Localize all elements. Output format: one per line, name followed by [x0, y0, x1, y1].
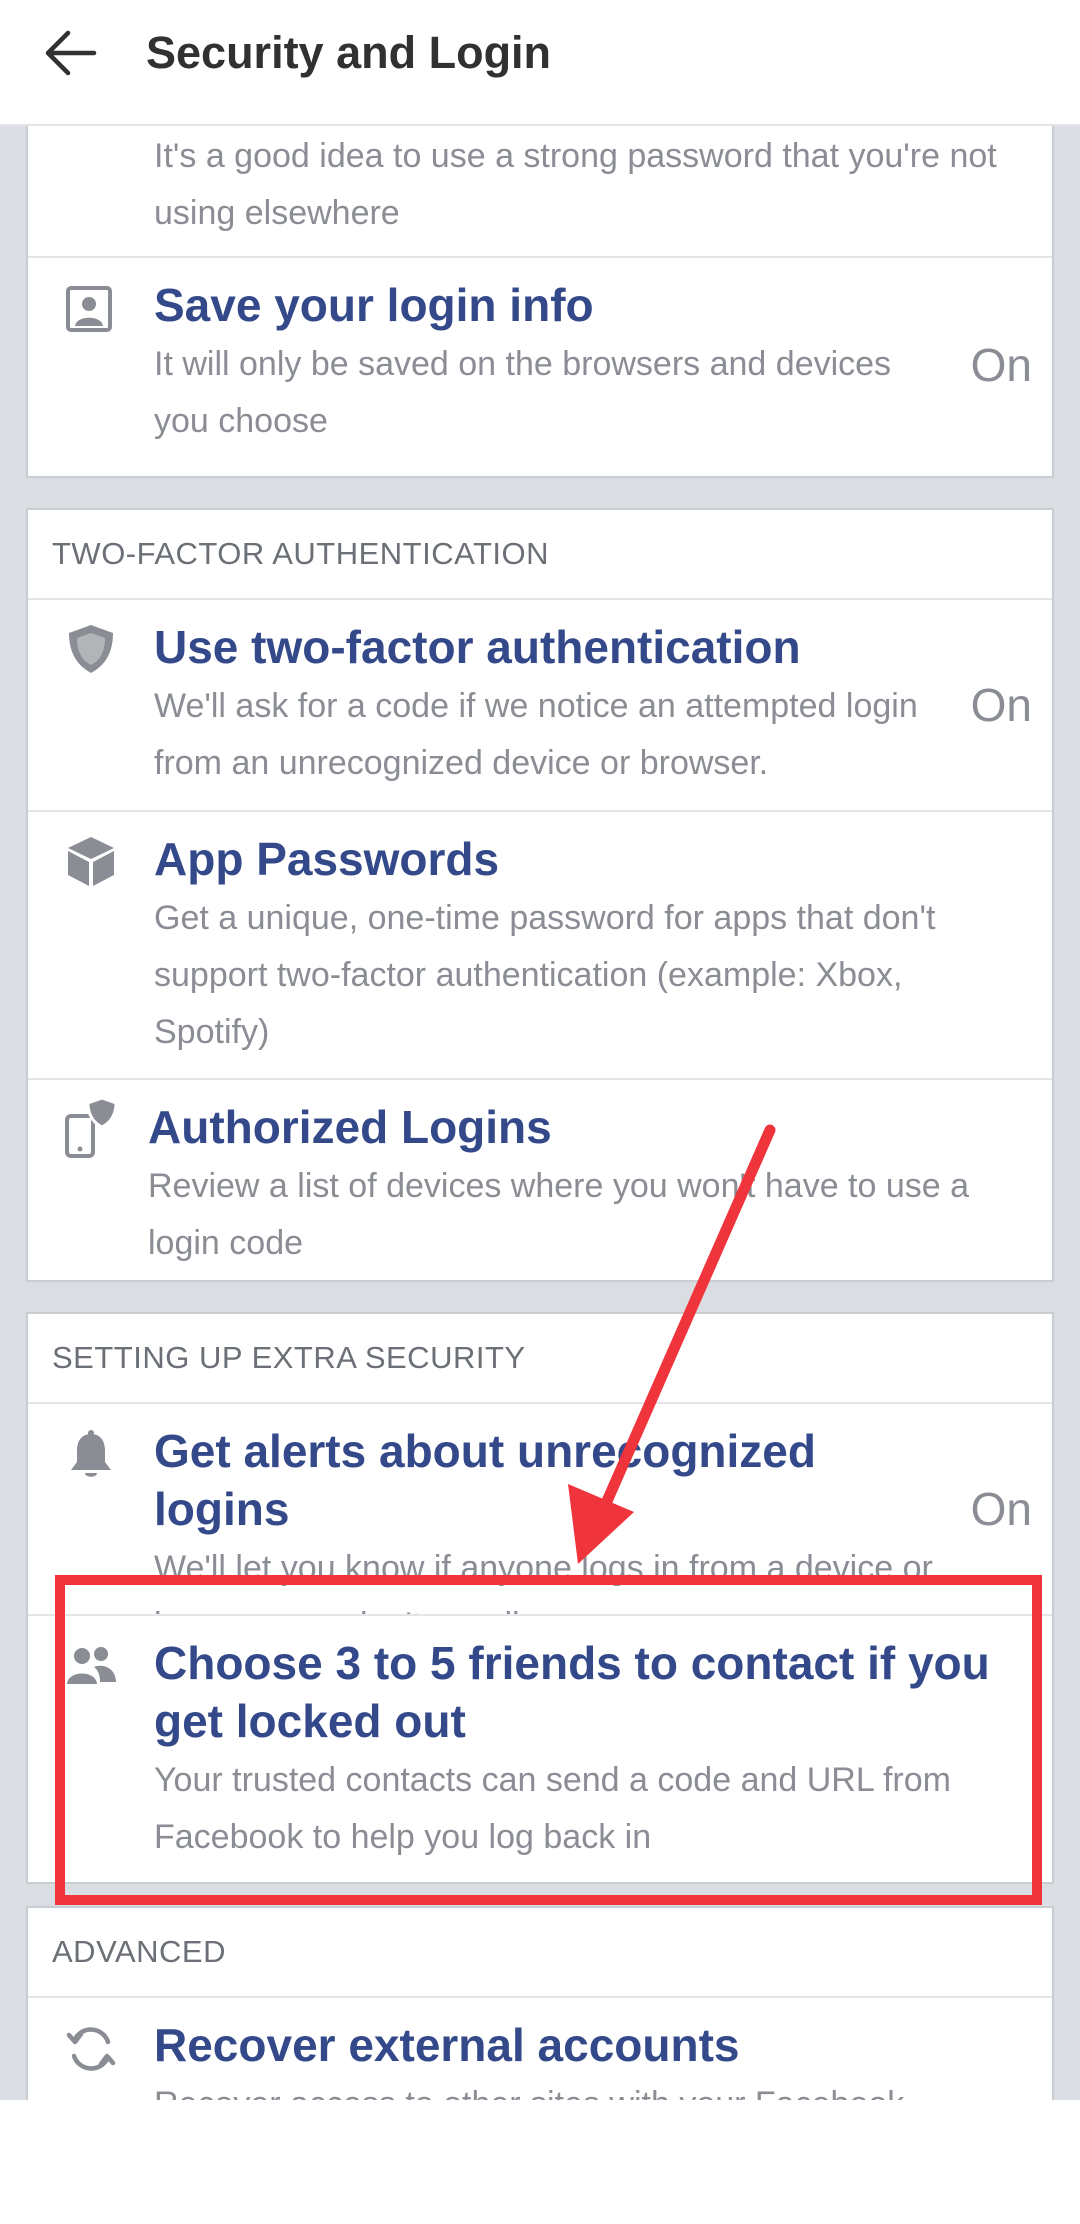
- page-title: Security and Login: [146, 27, 552, 78]
- save-login-info-description: It will only be saved on the browsers an…: [154, 345, 892, 440]
- password-row[interactable]: It's a good idea to use a strong passwor…: [28, 124, 1052, 258]
- bell-icon: [71, 1430, 111, 1477]
- two-factor-card: TWO-FACTOR AUTHENTICATION Use two-factor…: [26, 508, 1054, 1282]
- trusted-contacts-row[interactable]: Choose 3 to 5 friends to contact if you …: [28, 1616, 1052, 1886]
- save-login-info-title: Save your login info: [154, 279, 594, 331]
- portrait-card-icon: [66, 286, 112, 332]
- login-alerts-row[interactable]: Get alerts about unrecognized logins We'…: [28, 1404, 1052, 1616]
- trusted-contacts-title: Choose 3 to 5 friends to contact if you …: [154, 1637, 990, 1747]
- login-alerts-state: On: [970, 1483, 1032, 1535]
- recover-accounts-row[interactable]: Recover external accounts Recover access…: [28, 1998, 1052, 2100]
- password-description: It's a good idea to use a strong passwor…: [154, 137, 997, 232]
- cube-icon: [68, 837, 114, 886]
- recover-accounts-description: Recover access to other sites with your …: [154, 2076, 1022, 2100]
- login-alerts-title: Get alerts about unrecognized logins: [154, 1425, 816, 1535]
- use-two-factor-row[interactable]: Use two-factor authentication We'll ask …: [28, 600, 1052, 812]
- extra-security-card: SETTING UP EXTRA SECURITY Get alerts abo…: [26, 1312, 1054, 1884]
- app-passwords-row[interactable]: App Passwords Get a unique, one-time pas…: [28, 812, 1052, 1080]
- authorized-logins-title: Authorized Logins: [148, 1101, 552, 1153]
- section-header-extra-security: SETTING UP EXTRA SECURITY: [28, 1314, 1052, 1404]
- app-passwords-description: Get a unique, one-time password for apps…: [154, 899, 936, 1051]
- refresh-icon: [66, 2027, 116, 2071]
- section-header-advanced: ADVANCED: [28, 1908, 1052, 1998]
- app-passwords-title: App Passwords: [154, 833, 500, 885]
- login-alerts-description: We'll let you know if anyone logs in fro…: [154, 1549, 933, 1614]
- login-card: It's a good idea to use a strong passwor…: [26, 124, 1054, 478]
- trusted-contacts-description: Your trusted contacts can send a code an…: [154, 1761, 951, 1856]
- use-two-factor-title: Use two-factor authentication: [154, 621, 801, 673]
- use-two-factor-state: On: [970, 679, 1032, 731]
- save-login-info-row[interactable]: Save your login info It will only be sav…: [28, 258, 1052, 478]
- friends-icon: [67, 1647, 116, 1684]
- advanced-card: ADVANCED Recover external accounts Recov…: [26, 1906, 1054, 2100]
- phone-shield-icon: [65, 1096, 118, 1158]
- shield-icon: [69, 625, 113, 673]
- save-login-info-state: On: [970, 339, 1032, 391]
- top-app-bar: Security and Login: [0, 0, 1080, 126]
- section-header-two-factor: TWO-FACTOR AUTHENTICATION: [28, 510, 1052, 600]
- recover-accounts-title: Recover external accounts: [154, 2019, 740, 2071]
- arrow-left-icon[interactable]: [38, 20, 104, 86]
- authorized-logins-description: Review a list of devices where you won't…: [148, 1167, 970, 1262]
- settings-list[interactable]: It's a good idea to use a strong passwor…: [0, 124, 1080, 2100]
- use-two-factor-description: We'll ask for a code if we notice an att…: [154, 687, 918, 782]
- authorized-logins-row[interactable]: Authorized Logins Review a list of devic…: [28, 1080, 1052, 1286]
